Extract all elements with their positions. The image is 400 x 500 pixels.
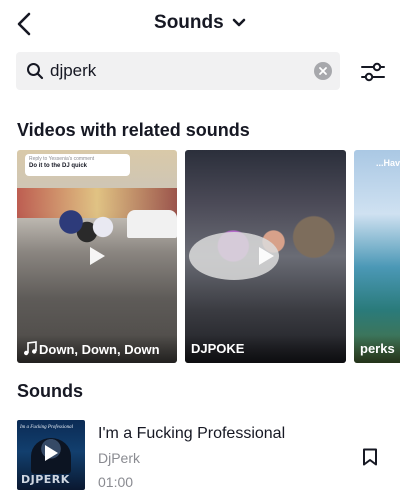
play-icon <box>259 247 274 265</box>
filter-sliders-icon <box>361 62 385 82</box>
sounds-section-title: Sounds <box>17 381 83 401</box>
video-sound-name: DJPOKE <box>191 341 245 356</box>
scene-people <box>47 202 127 252</box>
music-note-icon <box>24 341 37 356</box>
sound-duration: 01:00 <box>98 474 134 490</box>
video-sound-name: perks <box>360 341 395 356</box>
search-box[interactable] <box>16 52 340 90</box>
bookmark-button[interactable] <box>362 448 378 466</box>
sound-title: I'm a Fucking Professional <box>98 425 286 442</box>
video-thumbnail[interactable]: ...Hav perks <box>354 150 400 363</box>
video-thumbnail[interactable]: DJPOKE <box>185 150 346 363</box>
scene-car <box>127 210 177 238</box>
cover-art-logo: DJPERK <box>21 473 70 486</box>
chevron-down-icon <box>232 18 246 27</box>
videos-section-title: Videos with related sounds <box>17 120 250 140</box>
clear-icon <box>319 67 327 75</box>
video-caption-text: ...Hav <box>376 158 400 168</box>
clear-search-button[interactable] <box>314 62 332 80</box>
play-icon <box>45 445 58 461</box>
reply-comment-bubble: Reply to Yessenia's comment Do it to the… <box>25 154 130 176</box>
search-input[interactable] <box>50 59 290 83</box>
video-label: perks <box>354 335 400 363</box>
search-icon <box>27 63 44 80</box>
bookmark-icon <box>363 448 377 466</box>
page-title: Sounds <box>154 12 224 33</box>
sound-cover-art[interactable]: Im a Fucking Professional DJPERK <box>17 420 85 490</box>
video-sound-name: Down, Down, Down <box>39 342 160 357</box>
header-bar: Sounds <box>0 0 400 48</box>
sound-artist: DjPerk <box>98 450 141 466</box>
search-row <box>0 52 400 92</box>
play-icon <box>90 247 105 265</box>
page-title-dropdown[interactable]: Sounds <box>0 12 400 34</box>
video-label: Down, Down, Down <box>17 335 177 363</box>
reply-bubble-header: Reply to Yessenia's comment <box>29 156 95 162</box>
reply-bubble-text: Do it to the DJ quick <box>29 163 88 169</box>
filter-button[interactable] <box>360 60 386 84</box>
sound-list-item[interactable]: Im a Fucking Professional DJPERK I'm a F… <box>0 420 400 492</box>
video-carousel[interactable]: Reply to Yessenia's comment Do it to the… <box>17 150 400 363</box>
video-thumbnail[interactable]: Reply to Yessenia's comment Do it to the… <box>17 150 177 363</box>
video-label: DJPOKE <box>185 335 346 363</box>
cover-art-title: Im a Fucking Professional <box>20 425 74 430</box>
